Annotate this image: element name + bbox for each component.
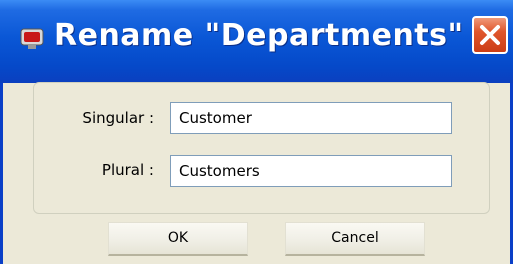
plural-label: Plural : <box>101 161 154 179</box>
window-title: Rename "Departments" <box>54 18 464 53</box>
plural-input[interactable]: Customers <box>170 155 452 187</box>
singular-label: Singular : <box>82 109 154 127</box>
ok-button[interactable]: OK <box>108 222 248 256</box>
title-bar[interactable]: Rename "Departments" <box>0 0 513 83</box>
singular-input[interactable]: Customer <box>170 102 452 134</box>
close-button[interactable] <box>472 16 508 54</box>
rename-dialog: Rename "Departments" Singular : Customer… <box>0 0 513 264</box>
close-icon <box>480 25 500 45</box>
app-icon <box>18 24 46 52</box>
name-fields-group: Singular : Customer Plural : Customers <box>33 82 490 214</box>
cancel-button[interactable]: Cancel <box>285 222 425 256</box>
